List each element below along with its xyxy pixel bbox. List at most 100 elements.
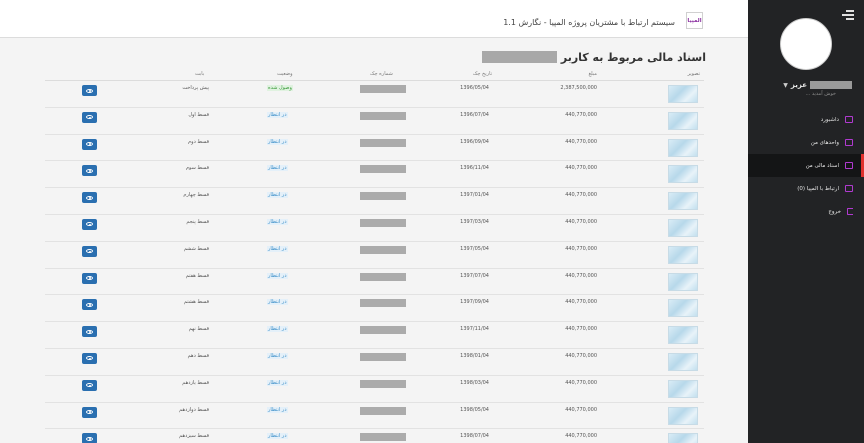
sidebar-item-1[interactable]: داشبورد bbox=[748, 108, 864, 131]
redacted-cheque-number bbox=[360, 272, 406, 281]
eye-icon bbox=[86, 222, 93, 227]
header-status: وضعیت bbox=[277, 71, 293, 77]
cheque-thumbnail[interactable] bbox=[668, 165, 698, 184]
redacted-cheque-number bbox=[360, 299, 406, 308]
reason-cell: قسط دوم bbox=[188, 138, 209, 145]
header-image: تصویر bbox=[687, 71, 700, 77]
date-cell: 1398/01/04 bbox=[460, 352, 489, 359]
table-header: تصویر مبلغ تاریخ چک شماره چک وضعیت بابت bbox=[45, 68, 704, 81]
view-button[interactable] bbox=[82, 165, 97, 177]
cheque-thumbnail[interactable] bbox=[668, 406, 698, 425]
view-button[interactable] bbox=[82, 85, 97, 96]
redacted-username bbox=[481, 51, 557, 63]
status-badge: وصول شده bbox=[267, 85, 293, 91]
reason-cell: قسط یازدهم bbox=[182, 379, 209, 386]
page-title-text: اسناد مالی مربوط به کاربر bbox=[560, 50, 706, 64]
eye-icon bbox=[86, 302, 93, 307]
header-cheque: شماره چک bbox=[370, 71, 393, 77]
logout-icon bbox=[847, 208, 853, 215]
view-button[interactable] bbox=[82, 272, 97, 284]
date-cell: 1397/01/04 bbox=[460, 192, 489, 199]
redacted-cheque-number bbox=[360, 85, 406, 93]
cheque-thumbnail[interactable] bbox=[668, 245, 698, 264]
top-header: المپیا سیستم ارتباط با مشتریان پروژه الم… bbox=[0, 0, 748, 38]
status-badge: در انتظار bbox=[267, 111, 288, 118]
view-button[interactable] bbox=[82, 352, 97, 364]
view-button[interactable] bbox=[82, 379, 97, 391]
status-badge: در انتظار bbox=[267, 272, 288, 279]
sidebar-item-5[interactable]: خروج bbox=[748, 200, 864, 223]
sidebar-item-2[interactable]: واحدهای من bbox=[748, 131, 864, 154]
status-badge: در انتظار bbox=[267, 406, 288, 413]
cheque-thumbnail[interactable] bbox=[668, 272, 698, 291]
amount-cell: 440,770,000 bbox=[565, 245, 597, 252]
view-button[interactable] bbox=[82, 192, 97, 204]
amount-cell: 440,770,000 bbox=[565, 379, 597, 386]
user-menu[interactable]: ▼ عزیز bbox=[762, 80, 852, 90]
view-button[interactable] bbox=[82, 245, 97, 257]
status-badge: در انتظار bbox=[267, 326, 288, 333]
sidebar-item-label: ارتباط با المپیا (0) bbox=[797, 185, 839, 192]
table-row: 440,770,000 1397/05/04 در انتظار قسط ششم bbox=[45, 242, 704, 269]
app-title: سیستم ارتباط با مشتریان پروژه المپیا - ن… bbox=[503, 18, 675, 27]
view-button[interactable] bbox=[82, 406, 97, 418]
cheque-thumbnail[interactable] bbox=[668, 379, 698, 398]
redacted-cheque-number bbox=[360, 245, 406, 254]
view-button[interactable] bbox=[82, 138, 97, 150]
menu-toggle-icon[interactable] bbox=[842, 10, 854, 20]
amount-cell: 440,770,000 bbox=[565, 272, 597, 279]
eye-icon bbox=[86, 249, 93, 254]
cheque-thumbnail[interactable] bbox=[668, 138, 698, 157]
amount-cell: 440,770,000 bbox=[565, 433, 597, 440]
eye-icon bbox=[86, 383, 93, 388]
status-badge: در انتظار bbox=[267, 352, 288, 359]
reason-cell: قسط ششم bbox=[183, 245, 209, 252]
status-badge: در انتظار bbox=[267, 165, 288, 172]
amount-cell: 440,770,000 bbox=[565, 218, 597, 225]
view-button[interactable] bbox=[82, 326, 97, 338]
view-button[interactable] bbox=[82, 218, 97, 230]
status-badge: در انتظار bbox=[267, 299, 288, 306]
reason-cell: قسط چهارم bbox=[183, 192, 209, 199]
eye-icon bbox=[86, 356, 93, 361]
redacted-cheque-number bbox=[360, 326, 406, 335]
eye-icon bbox=[86, 436, 93, 441]
cheque-thumbnail[interactable] bbox=[668, 326, 698, 345]
table-row: 440,770,000 1398/07/04 در انتظار قسط سیزدهم bbox=[45, 429, 704, 443]
cheque-thumbnail[interactable] bbox=[668, 433, 698, 443]
cheque-thumbnail[interactable] bbox=[668, 218, 698, 237]
reason-cell: قسط هشتم bbox=[183, 299, 209, 306]
welcome-text: خوش آمدید ... bbox=[805, 91, 836, 97]
redacted-cheque-number bbox=[360, 192, 406, 201]
reason-cell: پیش پرداخت bbox=[182, 85, 209, 91]
cheque-thumbnail[interactable] bbox=[668, 192, 698, 211]
cheque-thumbnail[interactable] bbox=[668, 299, 698, 318]
sidebar-nav: داشبورد واحدهای من اسناد مالی من ارتباط با … bbox=[748, 108, 864, 223]
reason-cell: قسط پنجم bbox=[186, 218, 209, 225]
amount-cell: 440,770,000 bbox=[565, 299, 597, 306]
amount-cell: 440,770,000 bbox=[565, 165, 597, 172]
date-cell: 1397/05/04 bbox=[460, 245, 489, 252]
view-button[interactable] bbox=[82, 111, 97, 123]
reason-cell: قسط نهم bbox=[188, 326, 209, 333]
sidebar-item-3[interactable]: اسناد مالی من bbox=[748, 154, 864, 177]
table-row: 2,387,500,000 1396/05/04 وصول شده پیش پرداخ… bbox=[45, 81, 704, 108]
sidebar-item-4[interactable]: ارتباط با المپیا (0) bbox=[748, 177, 864, 200]
amount-cell: 440,770,000 bbox=[565, 326, 597, 333]
status-badge: در انتظار bbox=[267, 218, 288, 225]
redacted-user-name bbox=[810, 81, 852, 89]
cheque-thumbnail[interactable] bbox=[668, 85, 698, 103]
table-body: 2,387,500,000 1396/05/04 وصول شده پیش پرداخ… bbox=[45, 81, 704, 443]
amount-cell: 440,770,000 bbox=[565, 192, 597, 199]
cheque-thumbnail[interactable] bbox=[668, 111, 698, 130]
reason-cell: قسط سوم bbox=[185, 165, 209, 172]
olympia-logo[interactable]: المپیا bbox=[686, 12, 703, 29]
date-cell: 1397/07/04 bbox=[460, 272, 489, 279]
cheque-thumbnail[interactable] bbox=[668, 352, 698, 371]
view-button[interactable] bbox=[82, 299, 97, 311]
view-button[interactable] bbox=[82, 433, 97, 443]
header-reason: بابت bbox=[195, 71, 205, 77]
documents-icon bbox=[845, 162, 853, 169]
user-name: عزیز bbox=[790, 81, 807, 89]
eye-icon bbox=[86, 410, 93, 415]
